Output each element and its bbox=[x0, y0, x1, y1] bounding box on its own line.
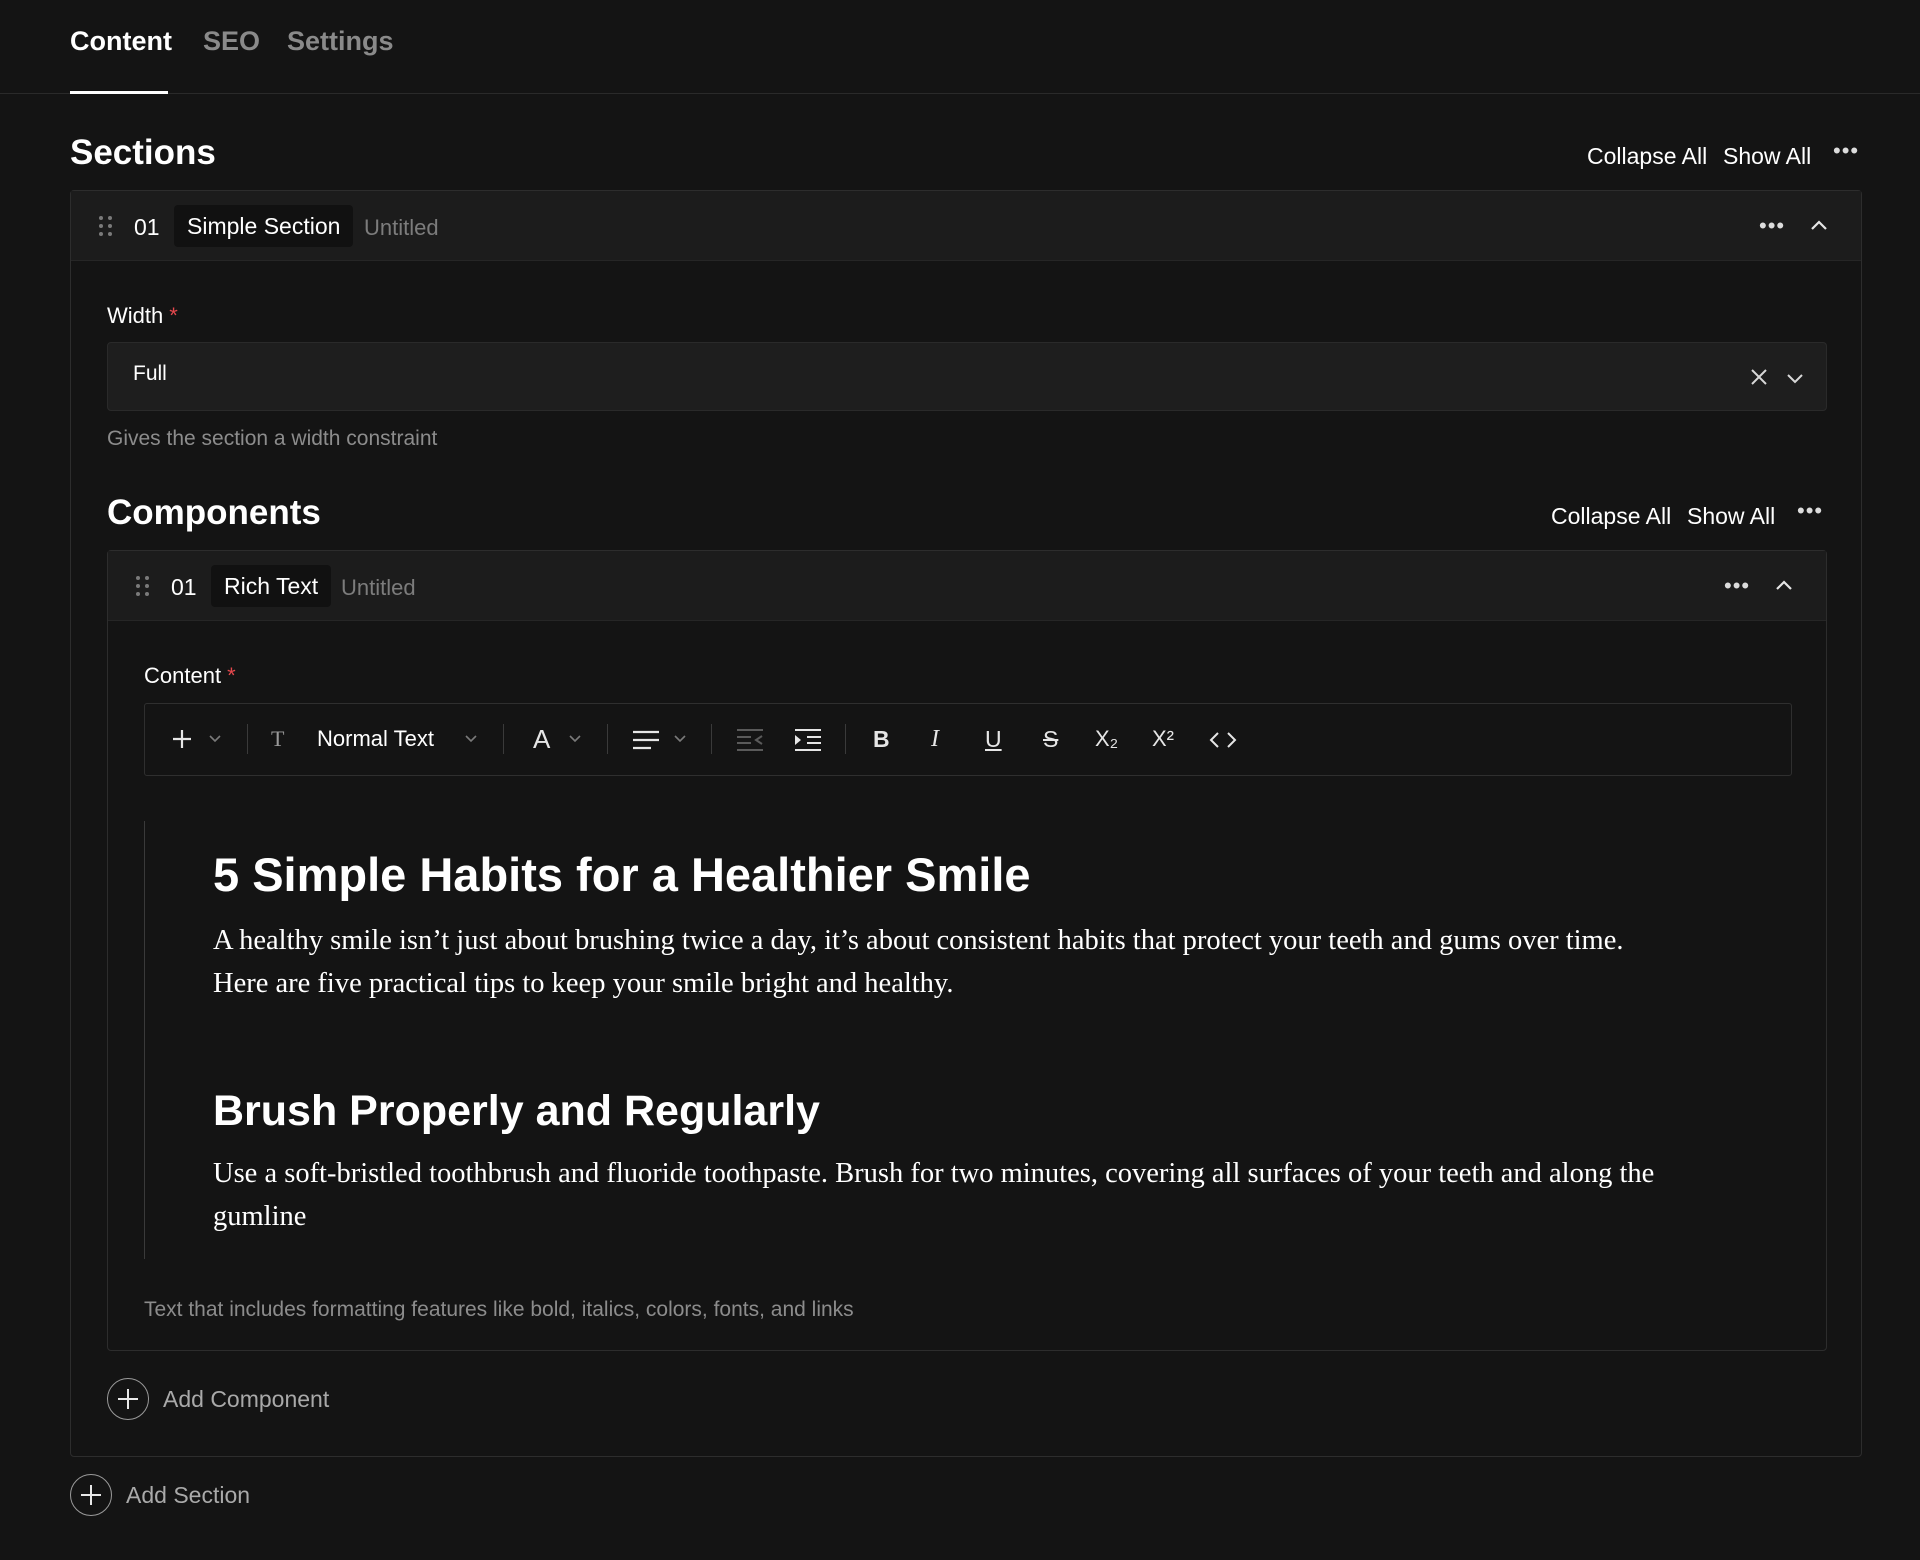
content-label: Content * bbox=[144, 663, 236, 688]
subscript-button[interactable]: X₂ bbox=[1095, 726, 1118, 752]
tab-settings[interactable]: Settings bbox=[287, 26, 394, 57]
toolbar-divider bbox=[845, 724, 846, 754]
tab-seo[interactable]: SEO bbox=[203, 26, 260, 57]
components-title: Components bbox=[107, 493, 321, 532]
clear-icon[interactable] bbox=[1749, 367, 1769, 387]
doc-heading-1: 5 Simple Habits for a Healthier Smile bbox=[213, 848, 1031, 901]
width-label: Width * bbox=[107, 303, 178, 328]
drag-handle-icon[interactable] bbox=[99, 216, 113, 236]
components-more-icon[interactable]: ••• bbox=[1797, 500, 1823, 522]
chevron-up-icon[interactable] bbox=[1773, 575, 1795, 597]
doc-heading-2: Brush Properly and Regularly bbox=[213, 1087, 820, 1135]
rich-text-editor[interactable]: 5 Simple Habits for a Healthier Smile A … bbox=[145, 811, 1791, 1271]
add-section-button[interactable]: Add Section bbox=[70, 1474, 250, 1516]
outdent-icon[interactable] bbox=[735, 727, 765, 753]
components-show-all-button[interactable]: Show All bbox=[1687, 503, 1775, 530]
tab-bar: Content SEO Settings bbox=[0, 0, 1920, 94]
toolbar-divider bbox=[711, 724, 712, 754]
section-more-icon[interactable]: ••• bbox=[1759, 215, 1785, 237]
component-type-badge: Rich Text bbox=[211, 565, 332, 607]
toolbar-divider bbox=[503, 724, 504, 754]
section-name: Untitled bbox=[364, 215, 439, 240]
rich-text-toolbar: T Normal Text A B I U S X₂ X² bbox=[144, 703, 1792, 776]
active-tab-indicator bbox=[70, 91, 168, 94]
add-component-button[interactable]: Add Component bbox=[107, 1378, 329, 1420]
strikethrough-button[interactable]: S bbox=[1043, 726, 1058, 753]
component-index: 01 bbox=[171, 574, 197, 600]
text-style-select[interactable]: Normal Text bbox=[317, 726, 434, 752]
plus-circle-icon bbox=[107, 1378, 149, 1420]
section-card: 01 Simple Section Untitled ••• Width * Fu… bbox=[70, 190, 1862, 1457]
align-icon[interactable] bbox=[631, 728, 661, 752]
tab-content[interactable]: Content bbox=[70, 26, 172, 57]
indent-icon[interactable] bbox=[793, 727, 823, 753]
doc-paragraph-2-line-2: gumline bbox=[213, 1201, 307, 1232]
section-index: 01 bbox=[134, 214, 160, 240]
chevron-down-icon[interactable] bbox=[465, 734, 477, 744]
italic-button[interactable]: I bbox=[931, 726, 939, 753]
sections-title: Sections bbox=[70, 133, 216, 172]
component-card-header[interactable]: 01 Rich Text Untitled ••• bbox=[108, 551, 1826, 621]
sections-show-all-button[interactable]: Show All bbox=[1723, 143, 1811, 170]
component-name: Untitled bbox=[341, 575, 416, 600]
toolbar-divider bbox=[607, 724, 608, 754]
sections-collapse-all-button[interactable]: Collapse All bbox=[1587, 143, 1707, 170]
doc-paragraph-1-line-2: Here are five practical tips to keep you… bbox=[213, 968, 954, 999]
add-section-label: Add Section bbox=[126, 1481, 251, 1508]
toolbar-divider bbox=[247, 724, 248, 754]
chevron-down-icon[interactable] bbox=[569, 734, 581, 744]
add-block-icon[interactable] bbox=[171, 724, 193, 754]
drag-handle-icon[interactable] bbox=[136, 576, 150, 596]
chevron-down-icon[interactable] bbox=[1785, 368, 1805, 388]
width-select-value: Full bbox=[133, 362, 167, 385]
component-card: 01 Rich Text Untitled ••• Content * T Nor… bbox=[107, 550, 1827, 1351]
bold-button[interactable]: B bbox=[873, 726, 890, 753]
superscript-button[interactable]: X² bbox=[1152, 726, 1174, 752]
text-style-icon: T bbox=[271, 726, 285, 751]
content-help-text: Text that includes formatting features l… bbox=[144, 1298, 854, 1321]
section-type-badge: Simple Section bbox=[174, 205, 354, 247]
section-card-header[interactable]: 01 Simple Section Untitled ••• bbox=[71, 191, 1861, 261]
width-help-text: Gives the section a width constraint bbox=[107, 427, 438, 450]
chevron-up-icon[interactable] bbox=[1808, 215, 1830, 237]
doc-paragraph-2-line-1: Use a soft-bristled toothbrush and fluor… bbox=[213, 1158, 1655, 1189]
code-icon[interactable] bbox=[1209, 730, 1237, 750]
components-collapse-all-button[interactable]: Collapse All bbox=[1551, 503, 1671, 530]
add-component-label: Add Component bbox=[163, 1385, 330, 1412]
chevron-down-icon[interactable] bbox=[209, 734, 221, 744]
doc-paragraph-1-line-1: A healthy smile isn’t just about brushin… bbox=[213, 925, 1624, 956]
component-more-icon[interactable]: ••• bbox=[1724, 575, 1750, 597]
chevron-down-icon[interactable] bbox=[674, 734, 686, 744]
plus-circle-icon bbox=[70, 1474, 112, 1516]
sections-more-icon[interactable]: ••• bbox=[1833, 140, 1859, 162]
font-color-icon[interactable]: A bbox=[533, 724, 550, 755]
underline-button[interactable]: U bbox=[985, 726, 1002, 753]
width-select[interactable]: Full bbox=[107, 342, 1827, 411]
